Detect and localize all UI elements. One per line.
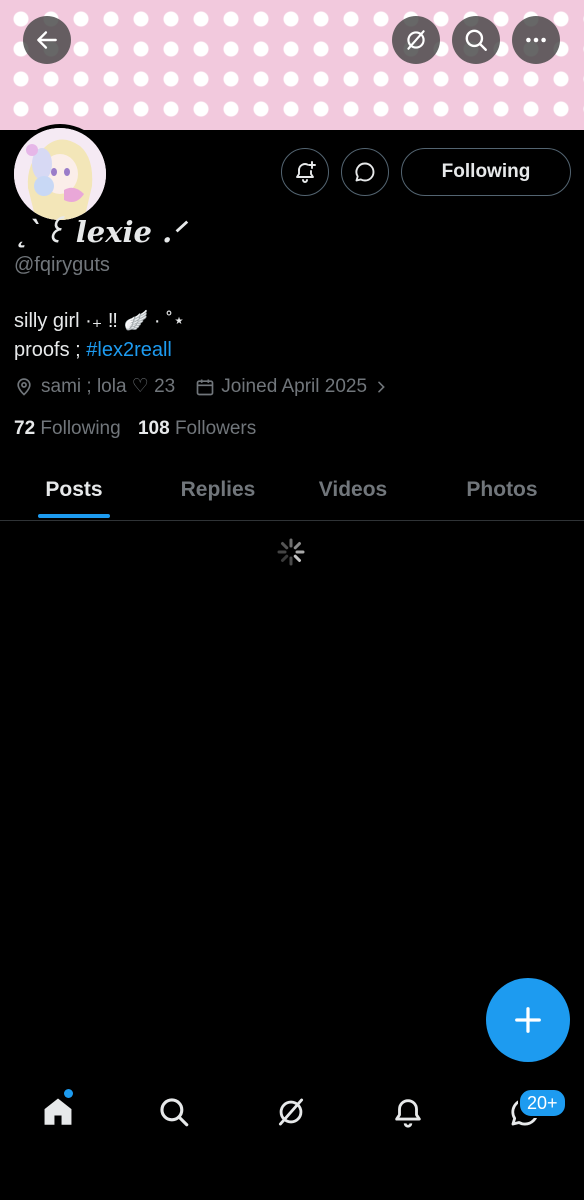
location-text: sami ; lola ♡ 23 bbox=[41, 376, 176, 397]
grok-icon bbox=[407, 30, 425, 50]
home-unread-dot bbox=[64, 1089, 73, 1098]
following-button-label: Following bbox=[441, 161, 531, 182]
plus-icon bbox=[515, 1007, 541, 1033]
arrow-left-icon bbox=[37, 31, 57, 49]
more-button[interactable] bbox=[512, 16, 560, 64]
active-tab-indicator bbox=[38, 514, 110, 518]
bio-line-1: silly girl ·₊ ‼︎ 🪽 · ˚⋆ bbox=[14, 310, 186, 332]
grok-button[interactable] bbox=[392, 16, 440, 64]
profile-meta: sami ; lola ♡ 23 Joined April 2025 bbox=[14, 375, 389, 398]
compose-button[interactable] bbox=[486, 978, 570, 1062]
followers-label: Followers bbox=[174, 418, 257, 439]
followers-count-link[interactable]: 108 Followers bbox=[138, 418, 256, 439]
search-icon bbox=[465, 29, 487, 51]
profile-tabs: Posts Replies Videos Photos bbox=[0, 460, 584, 521]
bell-icon bbox=[395, 1099, 421, 1128]
tab-posts[interactable]: Posts bbox=[14, 460, 134, 520]
following-count-link[interactable]: 72 Following bbox=[14, 418, 121, 439]
tab-videos[interactable]: Videos bbox=[293, 460, 413, 520]
tab-photos[interactable]: Photos bbox=[442, 460, 562, 520]
message-button[interactable] bbox=[341, 148, 389, 196]
chevron-right-icon[interactable] bbox=[373, 379, 389, 395]
bio-line-2-prefix: proofs ; bbox=[14, 339, 87, 361]
following-count: 72 bbox=[14, 418, 36, 439]
followers-count: 108 bbox=[137, 418, 170, 439]
bio-hashtag-link[interactable]: #lex2reall bbox=[86, 339, 172, 361]
chat-bubble-icon bbox=[355, 162, 375, 182]
search-button[interactable] bbox=[452, 16, 500, 64]
back-button[interactable] bbox=[23, 16, 71, 64]
display-name: ˛`꒰ lexie .ᐟ bbox=[14, 215, 185, 249]
profile-banner[interactable] bbox=[0, 0, 584, 130]
home-icon bbox=[44, 1098, 72, 1125]
nav-search[interactable] bbox=[154, 1092, 194, 1132]
grok-icon bbox=[278, 1098, 304, 1126]
following-button[interactable]: Following bbox=[401, 148, 571, 196]
notify-button[interactable] bbox=[281, 148, 329, 196]
bio: silly girl ·₊ ‼︎ 🪽 · ˚⋆ proofs ; #lex2re… bbox=[14, 307, 185, 365]
messages-badge: 20+ bbox=[518, 1088, 567, 1118]
joined-date[interactable]: Joined April 2025 bbox=[221, 376, 367, 398]
bell-plus-icon bbox=[296, 161, 316, 183]
nav-notifications[interactable] bbox=[388, 1092, 428, 1132]
following-label: Following bbox=[40, 418, 121, 439]
follow-counts: 72 Following 108 Followers bbox=[14, 418, 256, 440]
avatar[interactable] bbox=[10, 124, 110, 224]
bottom-nav bbox=[0, 1070, 584, 1200]
handle: @fqiryguts bbox=[14, 254, 110, 276]
search-icon bbox=[160, 1098, 189, 1127]
loading-spinner-icon bbox=[277, 538, 305, 566]
tab-replies[interactable]: Replies bbox=[158, 460, 278, 520]
bio-line-2: proofs ; #lex2reall bbox=[14, 336, 185, 365]
avatar-image bbox=[14, 128, 106, 220]
nav-grok[interactable] bbox=[271, 1092, 311, 1132]
more-icon bbox=[526, 37, 546, 43]
calendar-icon bbox=[196, 379, 214, 395]
location-pin-icon bbox=[17, 377, 31, 396]
nav-home[interactable] bbox=[38, 1092, 78, 1132]
